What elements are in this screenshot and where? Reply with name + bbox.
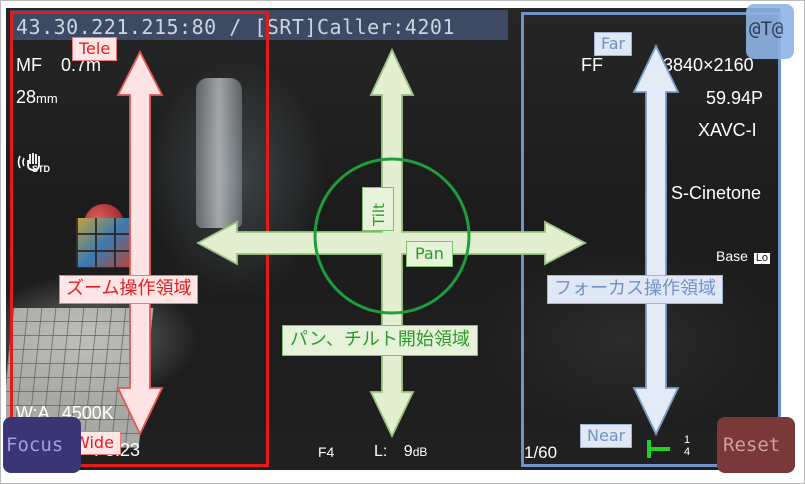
focus-arrow xyxy=(632,43,680,437)
tele-label: Tele xyxy=(72,37,118,62)
tilt-label-text: Tilt xyxy=(370,203,388,226)
focus-button[interactable]: Focus xyxy=(3,417,81,473)
tilt-label: Tilt xyxy=(362,187,394,231)
zoom-arrow xyxy=(116,50,164,437)
focus-region-title: フォーカス操作領域 xyxy=(547,275,723,304)
at-button[interactable]: @T@ xyxy=(746,4,794,59)
pan-tilt-region-title: パン、チルト開始領域 xyxy=(282,325,478,356)
pan-tilt-arrow xyxy=(196,47,587,439)
far-label: Far xyxy=(594,32,633,57)
reset-button[interactable]: Reset xyxy=(717,417,795,473)
pan-label: Pan xyxy=(406,241,453,268)
near-label: Near xyxy=(580,424,633,449)
gesture-guides xyxy=(116,43,680,439)
zoom-region-title: ズーム操作領域 xyxy=(59,275,199,304)
